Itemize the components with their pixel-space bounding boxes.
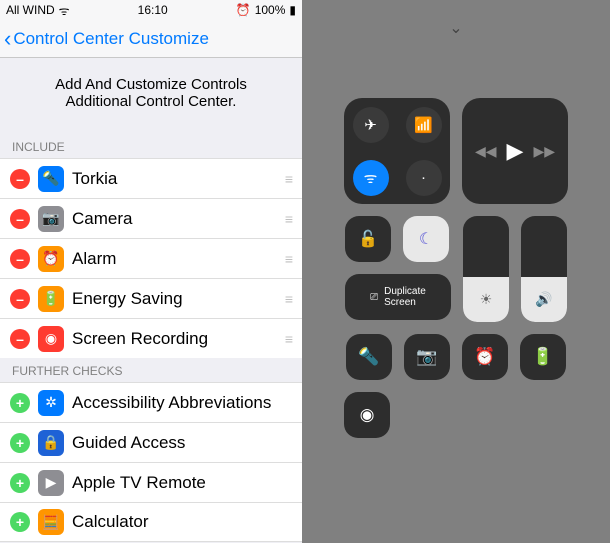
add-button[interactable]: + [10, 512, 30, 532]
lock-icon: 🔒 [38, 430, 64, 456]
camera-icon: 📷 [38, 206, 64, 232]
play-button[interactable]: ▶ [507, 138, 524, 164]
settings-panel: All WIND ᯤ 16:10 ⏰ 100% ▮ ‹ Control Cent… [0, 0, 302, 543]
row-label: Guided Access [72, 433, 292, 453]
alarm-icon: ⏰ [38, 246, 64, 272]
connectivity-module[interactable]: ✈ 📶 ᯤ · [344, 98, 450, 204]
screen-record-button[interactable]: ◉ [344, 392, 390, 438]
airplane-toggle[interactable]: ✈ [353, 107, 389, 143]
row-label: Accessibility Abbreviations [72, 393, 292, 413]
nav-bar: ‹ Control Center Customize [0, 20, 302, 58]
add-button[interactable]: + [10, 433, 30, 453]
control-center-panel: ⌄ ✈ 📶 ᯤ · ◀◀ ▶ ▶▶ 🔓 ☾ ⎚ [302, 0, 610, 543]
torch-button[interactable]: 🔦 [346, 334, 392, 380]
reorder-grip[interactable]: ≡ [285, 251, 292, 267]
status-bar: All WIND ᯤ 16:10 ⏰ 100% ▮ [0, 0, 302, 20]
moon-icon: ☾ [419, 229, 433, 249]
further-row-accessibility[interactable]: + ✲ Accessibility Abbreviations [0, 382, 302, 422]
row-label: Apple TV Remote [72, 473, 292, 493]
reorder-grip[interactable]: ≡ [285, 171, 292, 187]
next-track-button[interactable]: ▶▶ [533, 143, 555, 160]
brightness-icon: ☀ [480, 291, 493, 308]
wifi-icon: ᯤ [59, 2, 70, 19]
accessibility-icon: ✲ [38, 390, 64, 416]
cellular-toggle[interactable]: 📶 [406, 107, 442, 143]
brightness-slider[interactable]: ☀ [463, 216, 509, 322]
alarm-indicator-icon: ⏰ [236, 3, 251, 17]
remote-icon: ▶ [38, 470, 64, 496]
carrier-label: All WIND [6, 3, 55, 17]
alarm-button[interactable]: ⏰ [462, 334, 508, 380]
back-button[interactable]: ‹ [4, 26, 11, 52]
clock-label: 16:10 [138, 3, 168, 17]
further-row-calculator[interactable]: + 🧮 Calculator [0, 502, 302, 542]
row-label: Energy Saving [72, 289, 277, 309]
row-label: Camera [72, 209, 277, 229]
further-row-appletv[interactable]: + ▶ Apple TV Remote [0, 462, 302, 502]
remove-button[interactable]: – [10, 249, 30, 269]
media-module[interactable]: ◀◀ ▶ ▶▶ [462, 98, 568, 204]
remove-button[interactable]: – [10, 289, 30, 309]
add-button[interactable]: + [10, 393, 30, 413]
include-row-screenrec[interactable]: – ◉ Screen Recording ≡ [0, 318, 302, 358]
row-label: Torkia [72, 169, 277, 189]
reorder-grip[interactable]: ≡ [285, 291, 292, 307]
reorder-grip[interactable]: ≡ [285, 331, 292, 347]
camera-button[interactable]: 📷 [404, 334, 450, 380]
dnd-toggle[interactable]: ☾ [403, 216, 449, 262]
previous-track-button[interactable]: ◀◀ [475, 143, 497, 160]
mirror-icon: ⎚ [370, 292, 378, 303]
nav-title: Control Center Customize [13, 29, 209, 49]
remove-button[interactable]: – [10, 169, 30, 189]
include-row-alarm[interactable]: – ⏰ Alarm ≡ [0, 238, 302, 278]
remove-button[interactable]: – [10, 329, 30, 349]
battery-button[interactable]: 🔋 [520, 334, 566, 380]
battery-icon: ▮ [289, 3, 296, 17]
bluetooth-toggle[interactable]: · [406, 160, 442, 196]
further-section-header: FURTHER CHECKS [0, 358, 302, 382]
remove-button[interactable]: – [10, 209, 30, 229]
wifi-toggle[interactable]: ᯤ [353, 160, 389, 196]
reorder-grip[interactable]: ≡ [285, 211, 292, 227]
flashlight-icon: 🔦 [38, 166, 64, 192]
include-section-header: INCLUDE [0, 134, 302, 158]
battery-icon: 🔋 [38, 286, 64, 312]
rotation-lock-toggle[interactable]: 🔓 [345, 216, 391, 262]
calculator-icon: 🧮 [38, 509, 64, 535]
include-row-camera[interactable]: – 📷 Camera ≡ [0, 198, 302, 238]
volume-slider[interactable]: 🔊 [521, 216, 567, 322]
screen-mirror-button[interactable]: ⎚ Duplicate Screen [345, 274, 451, 320]
row-label: Screen Recording [72, 329, 277, 349]
include-row-energy[interactable]: – 🔋 Energy Saving ≡ [0, 278, 302, 318]
grabber-icon[interactable]: ⌄ [449, 18, 462, 38]
include-row-torkia[interactable]: – 🔦 Torkia ≡ [0, 158, 302, 198]
record-icon: ◉ [38, 326, 64, 352]
intro-text: Add And Customize Controls Additional Co… [0, 58, 302, 134]
add-button[interactable]: + [10, 473, 30, 493]
mirror-label: Duplicate Screen [384, 286, 426, 308]
battery-pct-label: 100% [255, 3, 286, 17]
row-label: Alarm [72, 249, 277, 269]
row-label: Calculator [72, 512, 292, 532]
further-row-guided[interactable]: + 🔒 Guided Access [0, 422, 302, 462]
volume-icon: 🔊 [535, 291, 552, 308]
